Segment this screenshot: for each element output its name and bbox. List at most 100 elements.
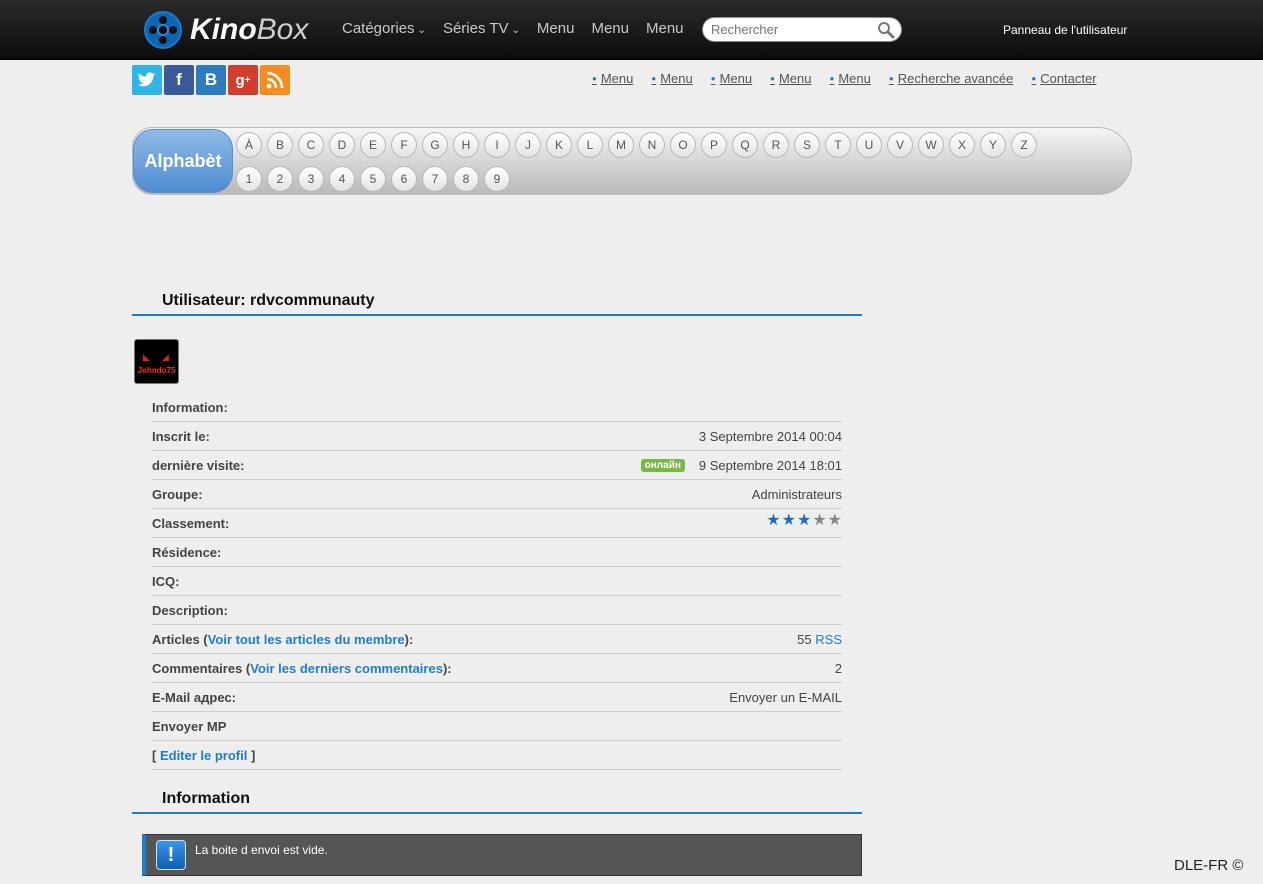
google-plus-icon[interactable]: g + bbox=[228, 65, 258, 95]
alphabet-digit[interactable]: 1 bbox=[236, 166, 262, 192]
articles-label: Articles ( bbox=[152, 631, 208, 647]
submenu-menu-5[interactable]: Menu bbox=[830, 71, 871, 86]
info-row-registered: Inscrit le: 3 Septembre 2014 00:04 bbox=[152, 422, 842, 451]
rating-label: Classement: bbox=[152, 515, 230, 531]
info-row-group: Groupe: Administrateurs bbox=[152, 480, 842, 509]
alphabet-letter[interactable]: H bbox=[453, 132, 479, 158]
edit-profile-link[interactable]: Editer le profil bbox=[160, 748, 247, 763]
info-row-residence: Résidence: bbox=[152, 538, 842, 567]
submenu-menu-3[interactable]: Menu bbox=[711, 71, 753, 86]
alphabet-letter[interactable]: J bbox=[515, 132, 541, 158]
exclamation-icon: ! bbox=[156, 840, 186, 870]
info-row-edit-profile: [ Editer le profil ] bbox=[152, 741, 842, 770]
articles-link[interactable]: Voir tout les articles du membre bbox=[208, 632, 405, 647]
alphabet-letter[interactable]: M bbox=[608, 132, 634, 158]
info-row-send-pm: Envoyer MP bbox=[152, 712, 842, 741]
submenu-advanced-search[interactable]: Recherche avancée bbox=[889, 71, 1014, 86]
submenu-menu-1[interactable]: Menu bbox=[592, 71, 634, 86]
submenu-menu-2[interactable]: Menu bbox=[651, 71, 693, 86]
alphabet-digit[interactable]: 3 bbox=[298, 166, 324, 192]
alphabet-letter[interactable]: Y bbox=[980, 132, 1006, 158]
alphabet-digit[interactable]: 5 bbox=[360, 166, 386, 192]
alphabet-letter[interactable]: I bbox=[484, 132, 510, 158]
rating-stars[interactable]: ★ ★ ★ ★ ★ bbox=[766, 513, 842, 529]
user-panel-link[interactable]: Panneau de l'utilisateur bbox=[1003, 23, 1127, 37]
top-bar: KinoBox Catégories ⌄ Séries TV ⌄ Menu Menu… bbox=[0, 0, 1263, 60]
info-label: Information: bbox=[152, 399, 228, 415]
description-label: Description: bbox=[152, 602, 228, 618]
articles-label-suffix: ): bbox=[404, 631, 414, 647]
alphabet-digits: 123456789 bbox=[236, 166, 510, 192]
alphabet-letter[interactable]: S bbox=[794, 132, 820, 158]
nav-menu-1[interactable]: Menu bbox=[537, 20, 575, 37]
star-icon[interactable]: ★ bbox=[766, 513, 780, 529]
search-input[interactable] bbox=[703, 18, 873, 41]
nav-series-tv[interactable]: Séries TV ⌄ bbox=[443, 20, 520, 37]
alphabet-letter[interactable]: C bbox=[298, 132, 324, 158]
search-icon[interactable] bbox=[877, 21, 895, 39]
comments-link[interactable]: Voir les derniers commentaires bbox=[250, 661, 443, 676]
main-nav: Catégories ⌄ Séries TV ⌄ Menu Menu Menu bbox=[342, 20, 701, 37]
rss-link[interactable]: RSS bbox=[815, 632, 842, 647]
alphabet-letter[interactable]: N bbox=[639, 132, 665, 158]
alphabet-digit[interactable]: 4 bbox=[329, 166, 355, 192]
rss-icon[interactable] bbox=[260, 65, 290, 95]
alphabet-letter[interactable]: L bbox=[577, 132, 603, 158]
alphabet-letter[interactable]: P bbox=[701, 132, 727, 158]
alphabet-letter[interactable]: W bbox=[918, 132, 944, 158]
alphabet-digit[interactable]: 7 bbox=[422, 166, 448, 192]
facebook-icon[interactable]: f bbox=[164, 65, 194, 95]
submenu-menu-4[interactable]: Menu bbox=[770, 71, 812, 86]
group-value: Administrateurs bbox=[751, 486, 842, 502]
send-pm-link[interactable]: Envoyer MP bbox=[152, 719, 226, 734]
star-icon[interactable]: ★ bbox=[782, 513, 796, 529]
alphabet-letter[interactable]: O bbox=[670, 132, 696, 158]
logo-text: KinoBox bbox=[190, 13, 309, 46]
alphabet-letter[interactable]: X bbox=[949, 132, 975, 158]
footer-credit: DLE-FR © bbox=[1174, 857, 1244, 874]
info-message-box: ! La boite d envoi est vide. bbox=[142, 834, 862, 876]
alphabet-letter[interactable]: À bbox=[236, 132, 262, 158]
nav-categories[interactable]: Catégories ⌄ bbox=[342, 20, 426, 37]
star-icon[interactable]: ★ bbox=[828, 513, 842, 529]
alphabet-letter[interactable]: B bbox=[267, 132, 293, 158]
send-email-link[interactable]: Envoyer un E-MAIL bbox=[729, 690, 842, 705]
alphabet-letter[interactable]: G bbox=[422, 132, 448, 158]
alphabet-letter[interactable]: V bbox=[887, 132, 913, 158]
submenu-contact[interactable]: Contacter bbox=[1031, 71, 1096, 86]
alphabet-letter[interactable]: R bbox=[763, 132, 789, 158]
vk-icon[interactable]: B bbox=[196, 65, 226, 95]
alphabet-bar: Alphabèt ÀBCDEFGHIJKLMNOPQRSTUVWXYZ 1234… bbox=[132, 127, 1132, 195]
alphabet-digit[interactable]: 9 bbox=[484, 166, 510, 192]
profile-title: Utilisateur: rdvcommunauty bbox=[132, 292, 862, 316]
alphabet-letter[interactable]: Q bbox=[732, 132, 758, 158]
alphabet-letter[interactable]: Z bbox=[1011, 132, 1037, 158]
online-badge: онлайн bbox=[640, 458, 685, 472]
info-row-rating: Classement: ★ ★ ★ ★ ★ bbox=[152, 509, 842, 538]
nav-menu-3[interactable]: Menu bbox=[646, 20, 684, 37]
avatar: ◣◢ Johndo75 bbox=[134, 339, 179, 384]
chevron-down-icon: ⌄ bbox=[511, 25, 520, 36]
alphabet-letter[interactable]: D bbox=[329, 132, 355, 158]
alphabet-digit[interactable]: 6 bbox=[391, 166, 417, 192]
comments-count: 2 bbox=[834, 660, 842, 676]
star-icon[interactable]: ★ bbox=[812, 513, 826, 529]
twitter-icon[interactable] bbox=[132, 65, 162, 95]
alphabet-digit[interactable]: 8 bbox=[453, 166, 479, 192]
star-icon[interactable]: ★ bbox=[797, 513, 811, 529]
nav-menu-2[interactable]: Menu bbox=[591, 20, 629, 37]
alphabet-digit[interactable]: 2 bbox=[267, 166, 293, 192]
social-links: f B g + bbox=[132, 65, 290, 95]
info-row-description: Description: bbox=[152, 596, 842, 625]
info-row-information: Information: bbox=[152, 393, 842, 422]
alphabet-letter[interactable]: K bbox=[546, 132, 572, 158]
comments-label-suffix: ): bbox=[442, 660, 452, 676]
alphabet-letter[interactable]: F bbox=[391, 132, 417, 158]
alphabet-letter[interactable]: T bbox=[825, 132, 851, 158]
alphabet-label: Alphabèt bbox=[133, 129, 233, 193]
alphabet-letter[interactable]: E bbox=[360, 132, 386, 158]
alphabet-letter[interactable]: U bbox=[856, 132, 882, 158]
info-row-last-visit: dernière visite: онлайн 9 Septembre 2014… bbox=[152, 451, 842, 480]
avatar-nickname: Johndo75 bbox=[137, 366, 176, 375]
logo[interactable]: KinoBox bbox=[144, 8, 308, 52]
